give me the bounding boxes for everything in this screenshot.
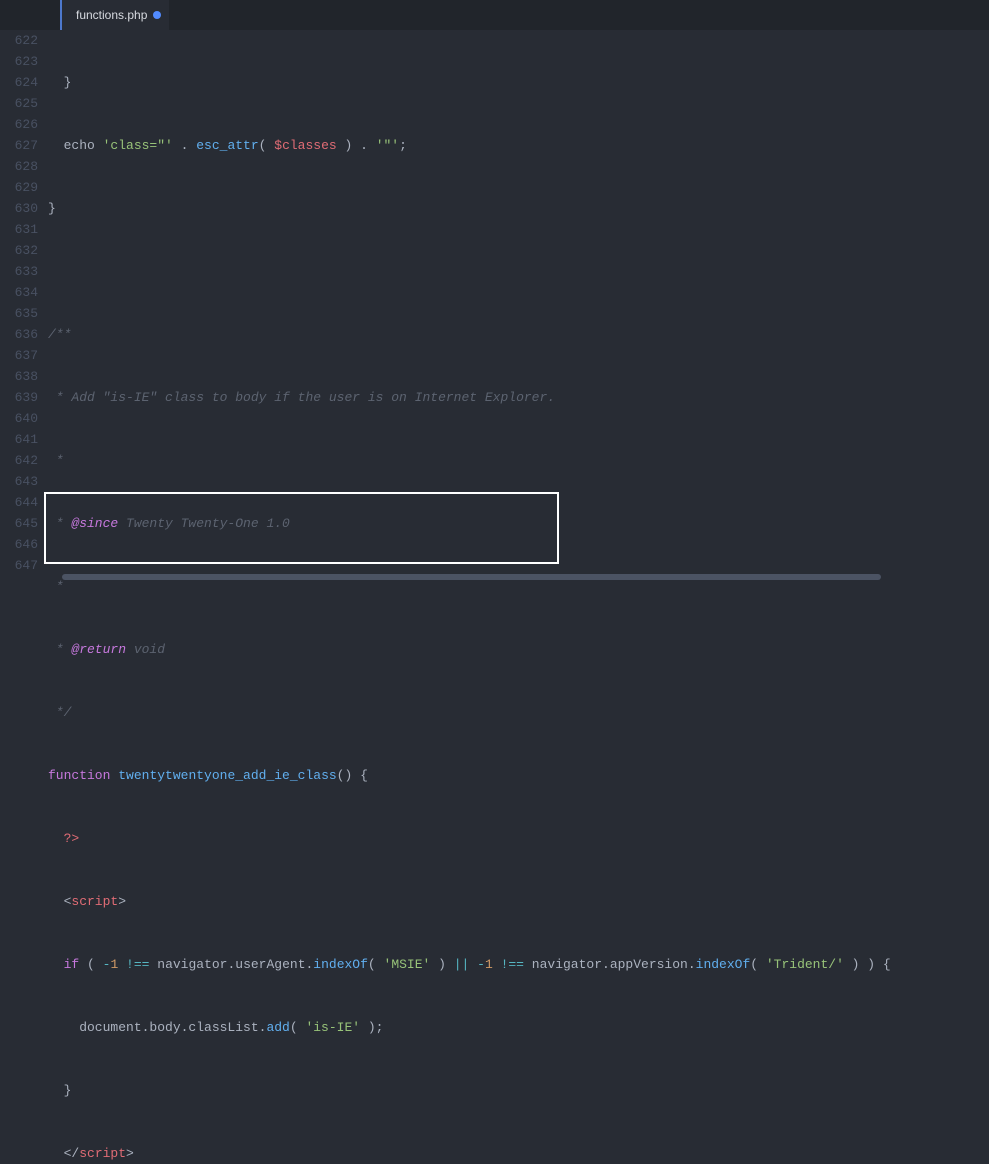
line-number: 644: [0, 492, 38, 513]
line-number: 638: [0, 366, 38, 387]
line-number: 643: [0, 471, 38, 492]
code-text: document.body.classList.: [48, 1020, 266, 1035]
code-doctag: @return: [71, 642, 126, 657]
line-number: 625: [0, 93, 38, 114]
code-tag: script: [71, 894, 118, 909]
code-comment: * Add "is-IE" class to body if the user …: [48, 390, 555, 405]
line-number: 646: [0, 534, 38, 555]
code-text: ;: [399, 138, 407, 153]
code-text: (: [290, 1020, 306, 1035]
code-func: twentytwentyone_add_ie_class: [118, 768, 336, 783]
line-number: 637: [0, 345, 38, 366]
line-number: 634: [0, 282, 38, 303]
line-number: 629: [0, 177, 38, 198]
horizontal-scrollbar[interactable]: [48, 572, 979, 582]
code-text: ): [430, 957, 453, 972]
code-text: -: [477, 957, 485, 972]
code-op: !==: [118, 957, 149, 972]
code-string: 'is-IE': [305, 1020, 360, 1035]
code-text: (: [368, 957, 384, 972]
code-text: </: [48, 1146, 79, 1161]
code-text: (: [259, 138, 275, 153]
code-text: '"': [376, 138, 399, 153]
code-doctag: @since: [71, 516, 118, 531]
line-number: 626: [0, 114, 38, 135]
code-string: 'MSIE': [384, 957, 431, 972]
code-text: () {: [337, 768, 368, 783]
code-text: [110, 768, 118, 783]
code-string: 'Trident/': [766, 957, 844, 972]
line-number: 645: [0, 513, 38, 534]
code-keyword: if: [48, 957, 79, 972]
tab-bar: functions.php: [0, 0, 989, 30]
line-number: 641: [0, 429, 38, 450]
code-text: navigator.appVersion.: [524, 957, 696, 972]
line-number: 632: [0, 240, 38, 261]
code-text: echo: [48, 138, 103, 153]
code-comment: /**: [48, 327, 71, 342]
code-op: !==: [493, 957, 524, 972]
code-comment: Twenty Twenty-One 1.0: [118, 516, 290, 531]
line-number: 633: [0, 261, 38, 282]
code-text: ) ) {: [844, 957, 891, 972]
code-text: ?>: [48, 831, 79, 846]
code-comment: *: [48, 642, 71, 657]
code-comment: */: [48, 705, 71, 720]
code-func: add: [266, 1020, 289, 1035]
code-tag: script: [79, 1146, 126, 1161]
code-op: ||: [454, 957, 470, 972]
line-number: 624: [0, 72, 38, 93]
line-number: 628: [0, 156, 38, 177]
editor[interactable]: 6226236246256266276286296306316326336346…: [0, 30, 989, 572]
code-text: -: [103, 957, 111, 972]
line-number-gutter: 6226236246256266276286296306316326336346…: [0, 30, 48, 572]
dirty-indicator-icon: [153, 11, 161, 19]
code-text: (: [79, 957, 102, 972]
code-text: (: [750, 957, 766, 972]
line-number: 622: [0, 30, 38, 51]
line-number: 642: [0, 450, 38, 471]
code-number: 1: [485, 957, 493, 972]
code-text: .: [173, 138, 196, 153]
scrollbar-thumb[interactable]: [62, 574, 881, 580]
code-text: }: [48, 1083, 71, 1098]
line-number: 639: [0, 387, 38, 408]
code-area[interactable]: } echo 'class="' . esc_attr( $classes ) …: [48, 30, 989, 572]
code-text: [469, 957, 477, 972]
line-number: 636: [0, 324, 38, 345]
code-comment: void: [126, 642, 165, 657]
code-text: 'class="': [103, 138, 173, 153]
line-number: 640: [0, 408, 38, 429]
code-text: navigator.userAgent.: [149, 957, 313, 972]
tab-filename: functions.php: [76, 8, 147, 22]
line-number: 630: [0, 198, 38, 219]
tab-functions-php[interactable]: functions.php: [60, 0, 169, 30]
line-number: 635: [0, 303, 38, 324]
code-func: indexOf: [313, 957, 368, 972]
code-keyword: function: [48, 768, 110, 783]
code-text: $classes: [274, 138, 336, 153]
code-comment: *: [48, 453, 64, 468]
code-text: >: [126, 1146, 134, 1161]
line-number: 647: [0, 555, 38, 576]
line-number: 631: [0, 219, 38, 240]
code-func: indexOf: [696, 957, 751, 972]
code-text: esc_attr: [196, 138, 258, 153]
code-text: >: [118, 894, 126, 909]
code-comment: *: [48, 516, 71, 531]
code-number: 1: [110, 957, 118, 972]
code-text: }: [48, 75, 71, 90]
code-text: ) .: [337, 138, 376, 153]
code-text: }: [48, 201, 56, 216]
code-text: <: [48, 894, 71, 909]
line-number: 627: [0, 135, 38, 156]
line-number: 623: [0, 51, 38, 72]
code-text: );: [360, 1020, 383, 1035]
